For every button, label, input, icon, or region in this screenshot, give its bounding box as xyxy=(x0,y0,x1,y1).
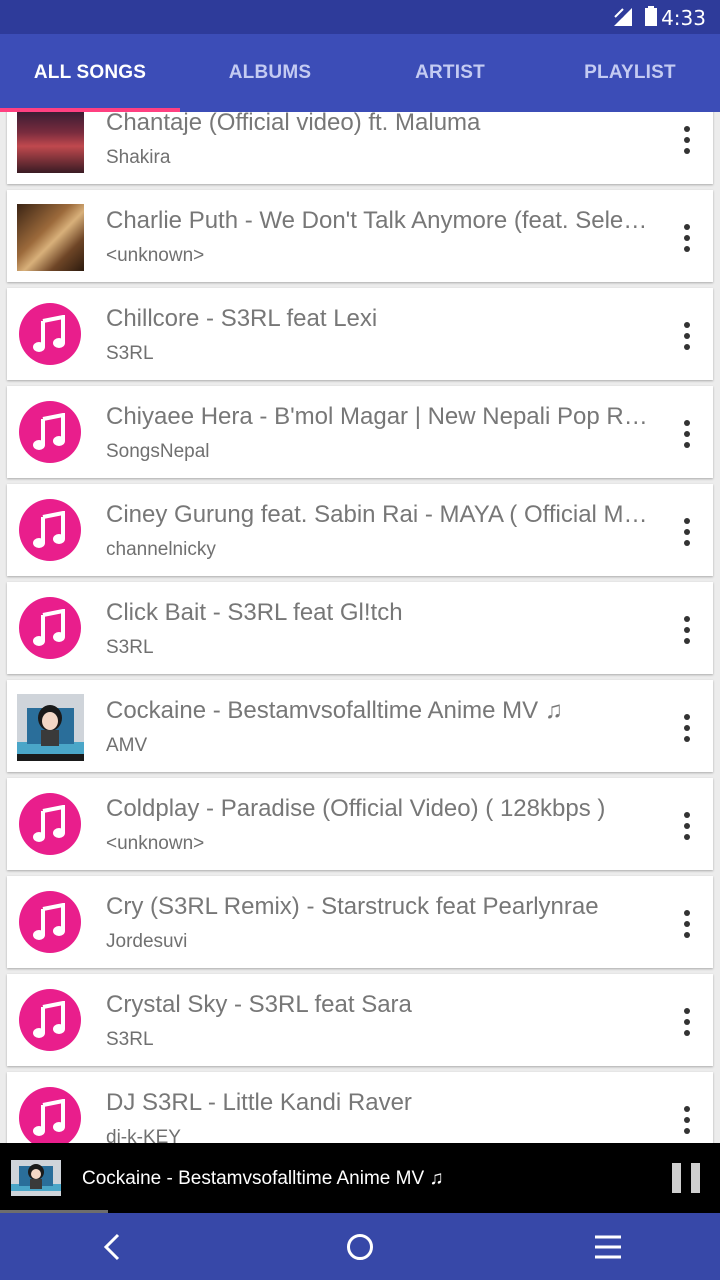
song-title: Chiyaee Hera - B'mol Magar | New Nepali … xyxy=(106,403,648,430)
music-note-icon xyxy=(19,499,81,561)
home-icon[interactable] xyxy=(340,1227,380,1267)
tab-all-songs[interactable]: ALL SONGS xyxy=(0,34,180,112)
song-title: Charlie Puth - We Don't Talk Anymore (fe… xyxy=(106,207,648,234)
tab-bar: ALL SONGS ALBUMS ARTIST PLAYLIST xyxy=(0,34,720,112)
song-item[interactable]: Chiyaee Hera - B'mol Magar | New Nepali … xyxy=(7,386,713,478)
more-options-icon[interactable] xyxy=(675,318,699,354)
music-note-icon xyxy=(19,793,81,855)
song-item[interactable]: Cockaine - Bestamvsofalltime Anime MV ♫ … xyxy=(7,680,713,772)
album-art-image xyxy=(17,204,84,271)
music-note-icon xyxy=(19,597,81,659)
song-list: Chantaje (Official video) ft. Maluma Sha… xyxy=(0,112,720,1143)
status-time: 4:33 xyxy=(661,6,706,30)
song-item[interactable]: Click Bait - S3RL feat Gl!tch S3RL xyxy=(7,582,713,674)
music-note-icon xyxy=(19,401,81,463)
more-options-icon[interactable] xyxy=(675,710,699,746)
song-item[interactable]: Crystal Sky - S3RL feat Sara S3RL xyxy=(7,974,713,1066)
menu-icon[interactable] xyxy=(588,1227,628,1267)
song-artist: S3RL xyxy=(106,343,154,364)
song-item[interactable]: Cry (S3RL Remix) - Starstruck feat Pearl… xyxy=(7,876,713,968)
signal-icon xyxy=(614,8,632,26)
song-title: Ciney Gurung feat. Sabin Rai - MAYA ( Of… xyxy=(106,501,648,528)
more-options-icon[interactable] xyxy=(675,1102,699,1138)
song-item[interactable]: Chillcore - S3RL feat Lexi S3RL xyxy=(7,288,713,380)
pause-button[interactable] xyxy=(672,1163,700,1193)
more-options-icon[interactable] xyxy=(675,220,699,256)
song-artist: Jordesuvi xyxy=(106,931,188,952)
song-artist: <unknown> xyxy=(106,245,205,266)
music-note-icon xyxy=(19,891,81,953)
tab-albums[interactable]: ALBUMS xyxy=(180,34,360,112)
system-nav-bar xyxy=(0,1213,720,1280)
now-playing-title: Cockaine - Bestamvsofalltime Anime MV ♫ xyxy=(82,1168,444,1189)
more-options-icon[interactable] xyxy=(675,906,699,942)
more-options-icon[interactable] xyxy=(675,514,699,550)
song-artist: AMV xyxy=(106,735,148,756)
song-title: DJ S3RL - Little Kandi Raver xyxy=(106,1089,412,1116)
now-playing-bar[interactable]: Cockaine - Bestamvsofalltime Anime MV ♫ xyxy=(0,1143,720,1213)
song-title: Cry (S3RL Remix) - Starstruck feat Pearl… xyxy=(106,893,599,920)
song-item[interactable]: DJ S3RL - Little Kandi Raver dj-k-KEY xyxy=(7,1072,713,1143)
more-options-icon[interactable] xyxy=(675,808,699,844)
song-item[interactable]: Charlie Puth - We Don't Talk Anymore (fe… xyxy=(7,190,713,282)
song-artist: channelnicky xyxy=(106,539,216,560)
more-options-icon[interactable] xyxy=(675,612,699,648)
song-item[interactable]: Coldplay - Paradise (Official Video) ( 1… xyxy=(7,778,713,870)
back-icon[interactable] xyxy=(92,1227,132,1267)
music-note-icon xyxy=(19,1087,81,1143)
song-title: Cockaine - Bestamvsofalltime Anime MV ♫ xyxy=(106,697,563,724)
tab-playlist[interactable]: PLAYLIST xyxy=(540,34,720,112)
song-title: Click Bait - S3RL feat Gl!tch xyxy=(106,599,403,626)
battery-icon xyxy=(645,6,657,26)
status-bar: 4:33 xyxy=(0,0,720,34)
song-item[interactable]: Ciney Gurung feat. Sabin Rai - MAYA ( Of… xyxy=(7,484,713,576)
song-artist: S3RL xyxy=(106,637,154,658)
song-list-viewport[interactable]: Chantaje (Official video) ft. Maluma Sha… xyxy=(0,112,720,1143)
song-artist: dj-k-KEY xyxy=(106,1127,181,1143)
album-art-image xyxy=(17,112,84,173)
song-title: Chillcore - S3RL feat Lexi xyxy=(106,305,378,332)
more-options-icon[interactable] xyxy=(675,122,699,158)
song-title: Coldplay - Paradise (Official Video) ( 1… xyxy=(106,795,606,822)
song-title: Crystal Sky - S3RL feat Sara xyxy=(106,991,412,1018)
song-item[interactable]: Chantaje (Official video) ft. Maluma Sha… xyxy=(7,112,713,184)
song-artist: Shakira xyxy=(106,147,171,168)
album-art-image xyxy=(17,694,84,761)
tab-artist[interactable]: ARTIST xyxy=(360,34,540,112)
now-playing-art xyxy=(11,1160,61,1196)
song-artist: <unknown> xyxy=(106,833,205,854)
song-title: Chantaje (Official video) ft. Maluma xyxy=(106,112,481,136)
more-options-icon[interactable] xyxy=(675,416,699,452)
song-artist: SongsNepal xyxy=(106,441,210,462)
music-note-icon xyxy=(19,989,81,1051)
song-artist: S3RL xyxy=(106,1029,154,1050)
music-note-icon xyxy=(19,303,81,365)
more-options-icon[interactable] xyxy=(675,1004,699,1040)
